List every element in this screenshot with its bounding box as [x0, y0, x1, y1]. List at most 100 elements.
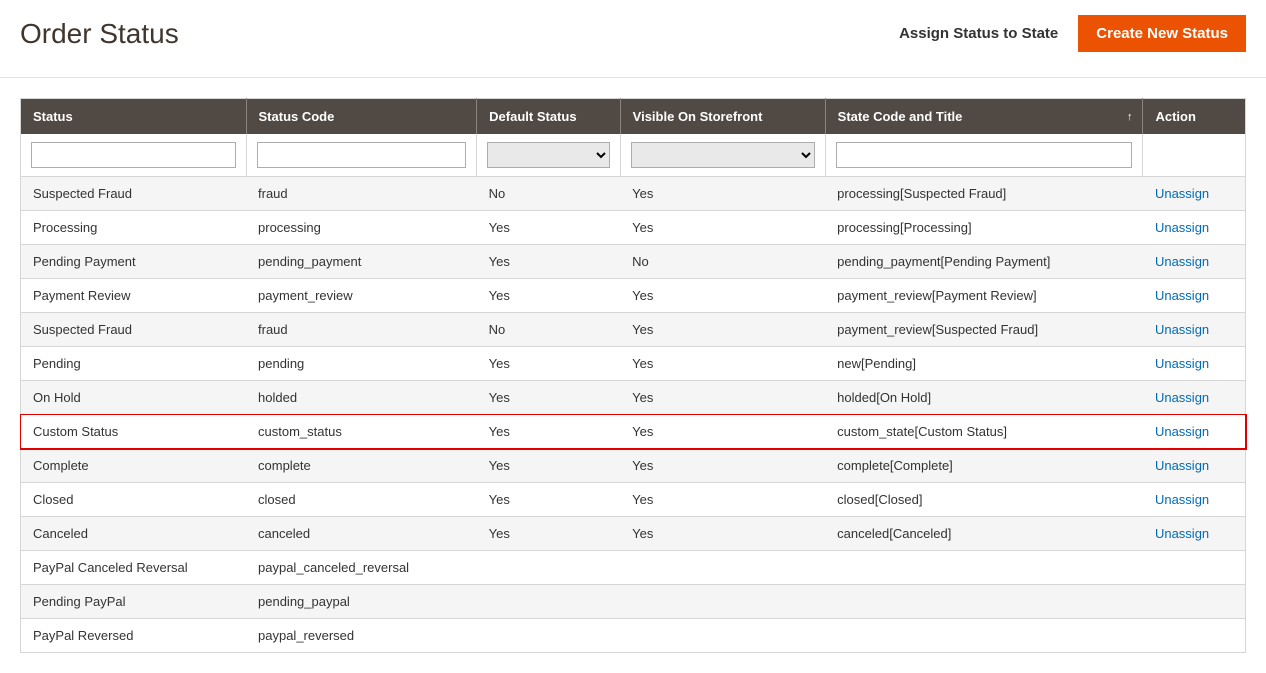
cell-state: payment_review[Suspected Fraud]	[825, 313, 1143, 347]
table-row[interactable]: CompletecompleteYesYescomplete[Complete]…	[21, 449, 1246, 483]
cell-code: payment_review	[246, 279, 477, 313]
cell-default: Yes	[477, 415, 621, 449]
table-row[interactable]: On HoldholdedYesYesholded[On Hold]Unassi…	[21, 381, 1246, 415]
grid-container: Status Status Code Default Status Visibl…	[0, 78, 1266, 673]
table-row[interactable]: PayPal Canceled Reversalpaypal_canceled_…	[21, 551, 1246, 585]
cell-default: Yes	[477, 517, 621, 551]
sort-ascending-icon: ↑	[1127, 111, 1133, 123]
cell-status: Canceled	[21, 517, 247, 551]
cell-code: fraud	[246, 313, 477, 347]
unassign-link[interactable]: Unassign	[1155, 288, 1209, 303]
table-row[interactable]: Pending PayPalpending_paypal	[21, 585, 1246, 619]
cell-action	[1143, 551, 1246, 585]
cell-status: Processing	[21, 211, 247, 245]
filter-status-input[interactable]	[31, 142, 236, 168]
cell-default: Yes	[477, 449, 621, 483]
table-row[interactable]: PendingpendingYesYesnew[Pending]Unassign	[21, 347, 1246, 381]
header-actions: Assign Status to State Create New Status	[899, 15, 1246, 52]
cell-code: custom_status	[246, 415, 477, 449]
cell-code: closed	[246, 483, 477, 517]
cell-visible: Yes	[620, 381, 825, 415]
cell-default: Yes	[477, 347, 621, 381]
filter-default-select[interactable]	[487, 142, 610, 168]
filter-row	[21, 134, 1246, 177]
cell-visible: Yes	[620, 483, 825, 517]
cell-state	[825, 551, 1143, 585]
cell-code: complete	[246, 449, 477, 483]
cell-code: canceled	[246, 517, 477, 551]
cell-status: Complete	[21, 449, 247, 483]
table-row[interactable]: CanceledcanceledYesYescanceled[Canceled]…	[21, 517, 1246, 551]
cell-visible: Yes	[620, 313, 825, 347]
cell-visible	[620, 619, 825, 653]
filter-state-input[interactable]	[836, 142, 1133, 168]
cell-action: Unassign	[1143, 245, 1246, 279]
cell-default: No	[477, 177, 621, 211]
table-row[interactable]: Suspected FraudfraudNoYesprocessing[Susp…	[21, 177, 1246, 211]
cell-state: new[Pending]	[825, 347, 1143, 381]
cell-action: Unassign	[1143, 517, 1246, 551]
column-header-status[interactable]: Status	[21, 99, 247, 135]
table-row[interactable]: Pending Paymentpending_paymentYesNopendi…	[21, 245, 1246, 279]
column-header-state[interactable]: State Code and Title ↑	[825, 99, 1143, 135]
cell-action: Unassign	[1143, 483, 1246, 517]
cell-default: Yes	[477, 483, 621, 517]
assign-status-link[interactable]: Assign Status to State	[899, 25, 1058, 42]
table-row[interactable]: Payment Reviewpayment_reviewYesYespaymen…	[21, 279, 1246, 313]
cell-status: Pending Payment	[21, 245, 247, 279]
cell-state: pending_payment[Pending Payment]	[825, 245, 1143, 279]
unassign-link[interactable]: Unassign	[1155, 424, 1209, 439]
unassign-link[interactable]: Unassign	[1155, 186, 1209, 201]
cell-action: Unassign	[1143, 347, 1246, 381]
unassign-link[interactable]: Unassign	[1155, 356, 1209, 371]
cell-code: processing	[246, 211, 477, 245]
column-header-action: Action	[1143, 99, 1246, 135]
cell-action: Unassign	[1143, 211, 1246, 245]
cell-state: processing[Suspected Fraud]	[825, 177, 1143, 211]
table-row[interactable]: ProcessingprocessingYesYesprocessing[Pro…	[21, 211, 1246, 245]
table-row[interactable]: Suspected FraudfraudNoYespayment_review[…	[21, 313, 1246, 347]
cell-state	[825, 585, 1143, 619]
cell-code: holded	[246, 381, 477, 415]
cell-visible: Yes	[620, 415, 825, 449]
cell-visible	[620, 551, 825, 585]
page-header: Order Status Assign Status to State Crea…	[0, 0, 1266, 78]
table-row[interactable]: Custom Statuscustom_statusYesYescustom_s…	[21, 415, 1246, 449]
unassign-link[interactable]: Unassign	[1155, 390, 1209, 405]
cell-default	[477, 619, 621, 653]
table-row[interactable]: PayPal Reversedpaypal_reversed	[21, 619, 1246, 653]
cell-state: custom_state[Custom Status]	[825, 415, 1143, 449]
cell-default: No	[477, 313, 621, 347]
unassign-link[interactable]: Unassign	[1155, 220, 1209, 235]
cell-visible: Yes	[620, 211, 825, 245]
table-header-row: Status Status Code Default Status Visibl…	[21, 99, 1246, 135]
cell-action: Unassign	[1143, 449, 1246, 483]
cell-code: pending	[246, 347, 477, 381]
unassign-link[interactable]: Unassign	[1155, 492, 1209, 507]
cell-state: payment_review[Payment Review]	[825, 279, 1143, 313]
unassign-link[interactable]: Unassign	[1155, 322, 1209, 337]
unassign-link[interactable]: Unassign	[1155, 458, 1209, 473]
cell-status: Suspected Fraud	[21, 177, 247, 211]
column-header-code[interactable]: Status Code	[246, 99, 477, 135]
cell-state: complete[Complete]	[825, 449, 1143, 483]
order-status-table: Status Status Code Default Status Visibl…	[20, 98, 1246, 653]
filter-visible-select[interactable]	[631, 142, 815, 168]
filter-code-input[interactable]	[257, 142, 467, 168]
page-title: Order Status	[20, 18, 179, 50]
cell-default: Yes	[477, 211, 621, 245]
cell-visible: No	[620, 245, 825, 279]
cell-action: Unassign	[1143, 381, 1246, 415]
cell-default	[477, 551, 621, 585]
table-row[interactable]: ClosedclosedYesYesclosed[Closed]Unassign	[21, 483, 1246, 517]
unassign-link[interactable]: Unassign	[1155, 254, 1209, 269]
unassign-link[interactable]: Unassign	[1155, 526, 1209, 541]
cell-status: PayPal Reversed	[21, 619, 247, 653]
column-header-default[interactable]: Default Status	[477, 99, 621, 135]
cell-default: Yes	[477, 279, 621, 313]
cell-status: Pending PayPal	[21, 585, 247, 619]
cell-code: paypal_reversed	[246, 619, 477, 653]
cell-visible: Yes	[620, 347, 825, 381]
create-new-status-button[interactable]: Create New Status	[1078, 15, 1246, 52]
column-header-visible[interactable]: Visible On Storefront	[620, 99, 825, 135]
